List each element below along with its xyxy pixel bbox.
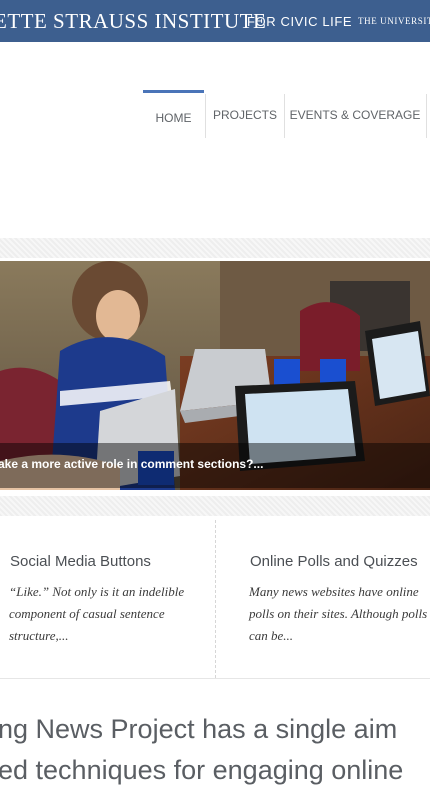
nav-item-projects[interactable]: PROJECTS <box>206 90 284 138</box>
texture-band <box>0 496 430 516</box>
section-divider <box>0 678 430 679</box>
university-link[interactable]: THE UNIVERSITY <box>358 16 430 26</box>
slider-caption[interactable]: ake a more active role in comment sectio… <box>0 457 263 471</box>
nav-item-events-coverage[interactable]: EVENTS & COVERAGE <box>285 90 425 138</box>
card-divider <box>215 520 216 678</box>
texture-band <box>0 238 430 258</box>
intro-text-line: ng News Project has a single aim <box>0 714 398 744</box>
brand-subtitle: FOR CIVIC LIFE <box>247 14 353 29</box>
card-excerpt: Many news websites have online polls on … <box>249 584 428 643</box>
card-excerpt: “Like.” Not only is it an indelible comp… <box>9 584 185 643</box>
card-title-online-polls[interactable]: Online Polls and Quizzes <box>250 553 418 570</box>
card-title-social-media-buttons[interactable]: Social Media Buttons <box>10 553 151 570</box>
nav-item-home[interactable]: HOME <box>143 90 204 138</box>
brand-title[interactable]: ETTE STRAUSS INSTITUTE <box>0 9 266 34</box>
site-header: ETTE STRAUSS INSTITUTE FOR CIVIC LIFE TH… <box>0 0 430 42</box>
intro-text-line: ed techniques for engaging online <box>0 755 404 785</box>
nav-divider <box>426 94 427 138</box>
